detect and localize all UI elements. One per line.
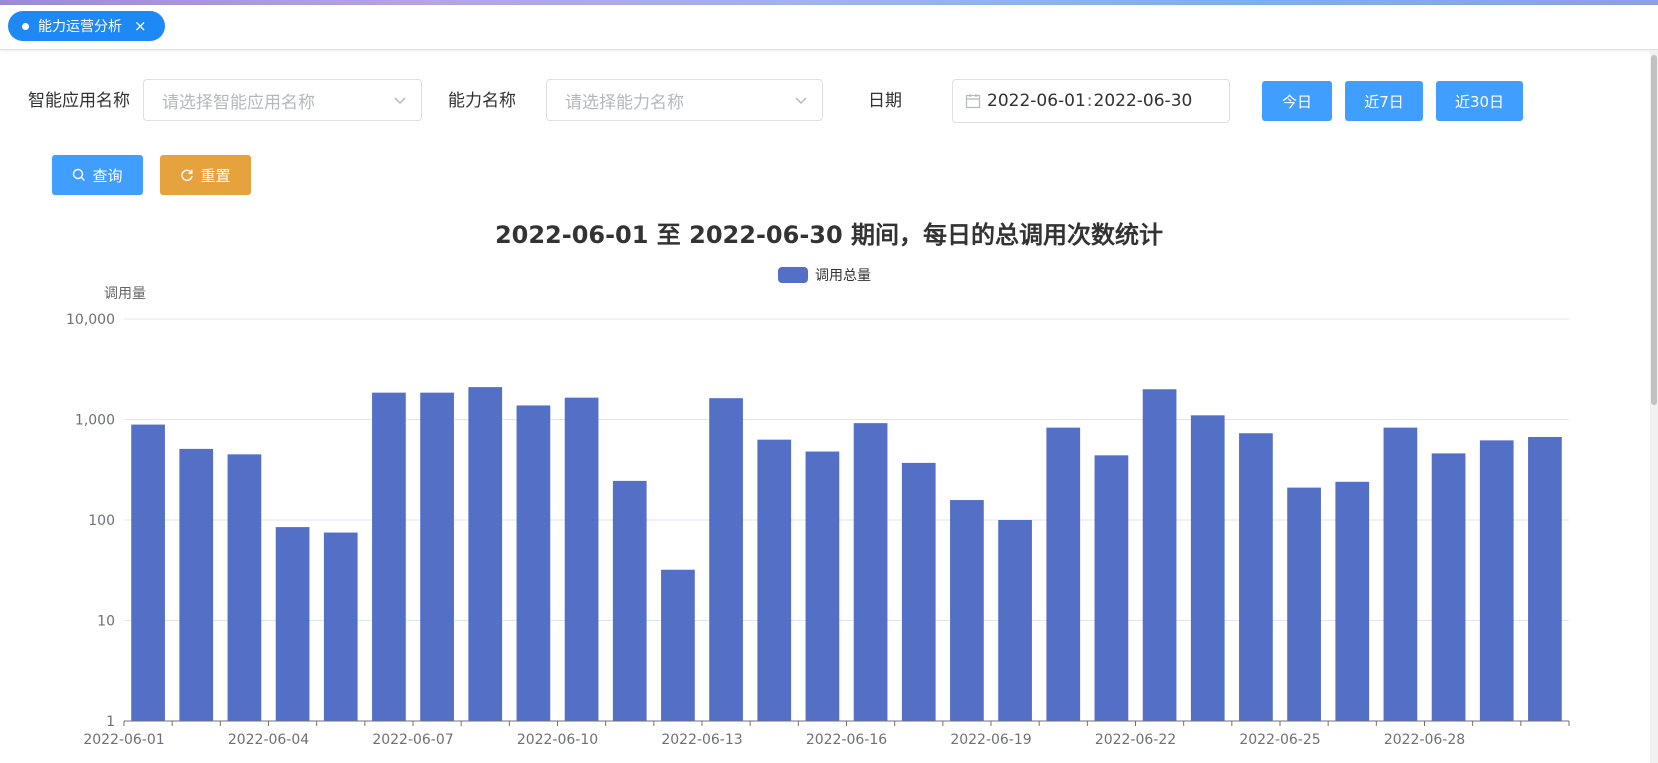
- bar: [1094, 455, 1129, 721]
- bar: [1383, 427, 1418, 721]
- tab-bar: 能力运营分析 ×: [0, 5, 1658, 50]
- tab-label: 能力运营分析: [38, 19, 122, 35]
- bar: [757, 439, 792, 721]
- chevron-down-icon: [795, 97, 807, 105]
- y-tick-label: 10: [97, 614, 115, 630]
- y-tick-label: 1: [106, 714, 115, 730]
- bar: [468, 387, 503, 721]
- bar: [805, 451, 840, 721]
- bar: [323, 532, 358, 721]
- reset-button[interactable]: 重置: [160, 155, 251, 195]
- bar: [1142, 389, 1177, 721]
- date-start-value[interactable]: 2022-06-01: [987, 91, 1086, 111]
- daily-calls-bar-chart: 调用总量调用量 1 10 100 1,000 10,000 2022-06-01 2022-0…: [66, 267, 1570, 748]
- x-tick-label: 2022-06-01: [83, 732, 164, 748]
- calendar-icon: [965, 94, 981, 109]
- legend-swatch: [778, 267, 808, 283]
- bar: [998, 520, 1032, 721]
- capability-name-select[interactable]: 请选择能力名称: [546, 79, 823, 121]
- active-dot-icon: [22, 22, 29, 30]
- query-button[interactable]: 查询: [52, 155, 143, 195]
- capability-name-label: 能力名称: [448, 91, 516, 111]
- bar: [131, 424, 165, 721]
- app-name-select[interactable]: 请选择智能应用名称: [143, 79, 422, 121]
- search-icon: [73, 168, 86, 181]
- x-tick-label: 2022-06-25: [1239, 732, 1320, 748]
- bar: [612, 480, 647, 721]
- tab-capability-analysis[interactable]: 能力运营分析 ×: [8, 11, 165, 41]
- bar: [1431, 453, 1466, 721]
- bar: [420, 392, 454, 721]
- last-7-days-button[interactable]: 近7日: [1345, 81, 1423, 121]
- bar: [1046, 427, 1081, 721]
- bar: [1287, 487, 1321, 721]
- chart-title: 2022-06-01 至 2022-06-30 期间，每日的总调用次数统计: [494, 221, 1164, 249]
- legend-label: 调用总量: [815, 268, 871, 284]
- y-tick-label: 1,000: [75, 413, 115, 429]
- bar: [1239, 433, 1273, 721]
- bar: [1335, 481, 1370, 721]
- bar: [1528, 436, 1562, 721]
- bar: [564, 397, 599, 721]
- today-button[interactable]: 今日: [1262, 81, 1332, 121]
- x-tick-label: 2022-06-13: [661, 732, 742, 748]
- close-icon[interactable]: ×: [134, 18, 147, 34]
- reset-button-label: 重置: [200, 166, 231, 185]
- x-tick-label: 2022-06-10: [517, 732, 598, 748]
- bar: [179, 448, 214, 721]
- bar: [901, 462, 936, 721]
- app-name-placeholder: 请选择智能应用名称: [162, 92, 315, 113]
- bar: [1479, 440, 1514, 721]
- date-end-value[interactable]: 2022-06-30: [1094, 91, 1193, 111]
- chevron-down-icon: [394, 97, 406, 105]
- refresh-icon: [181, 169, 194, 181]
- date-label: 日期: [868, 91, 902, 111]
- capability-name-placeholder: 请选择能力名称: [565, 92, 684, 113]
- x-tick-label: 2022-06-16: [806, 732, 887, 748]
- y-axis-title: 调用量: [104, 286, 146, 302]
- bar: [709, 398, 743, 721]
- x-tick-label: 2022-06-28: [1384, 732, 1465, 748]
- bar: [227, 454, 262, 721]
- x-tick-label: 2022-06-19: [950, 732, 1031, 748]
- query-button-label: 查询: [92, 166, 123, 185]
- app-name-label: 智能应用名称: [28, 91, 130, 111]
- x-tick-label: 2022-06-04: [228, 732, 309, 748]
- date-separator: :: [1086, 91, 1093, 111]
- bar: [853, 423, 888, 721]
- last-30-days-button[interactable]: 近30日: [1436, 81, 1523, 121]
- bar: [372, 392, 406, 721]
- bar: [1190, 415, 1225, 721]
- y-tick-label: 10,000: [66, 312, 115, 328]
- bar: [275, 527, 310, 721]
- bar: [516, 405, 551, 721]
- y-tick-label: 100: [88, 513, 115, 529]
- date-range-picker[interactable]: 2022-06-01 : 2022-06-30: [952, 79, 1230, 123]
- bar: [950, 500, 984, 721]
- x-tick-label: 2022-06-22: [1095, 732, 1176, 748]
- bar: [661, 569, 695, 721]
- x-tick-label: 2022-06-07: [372, 732, 453, 748]
